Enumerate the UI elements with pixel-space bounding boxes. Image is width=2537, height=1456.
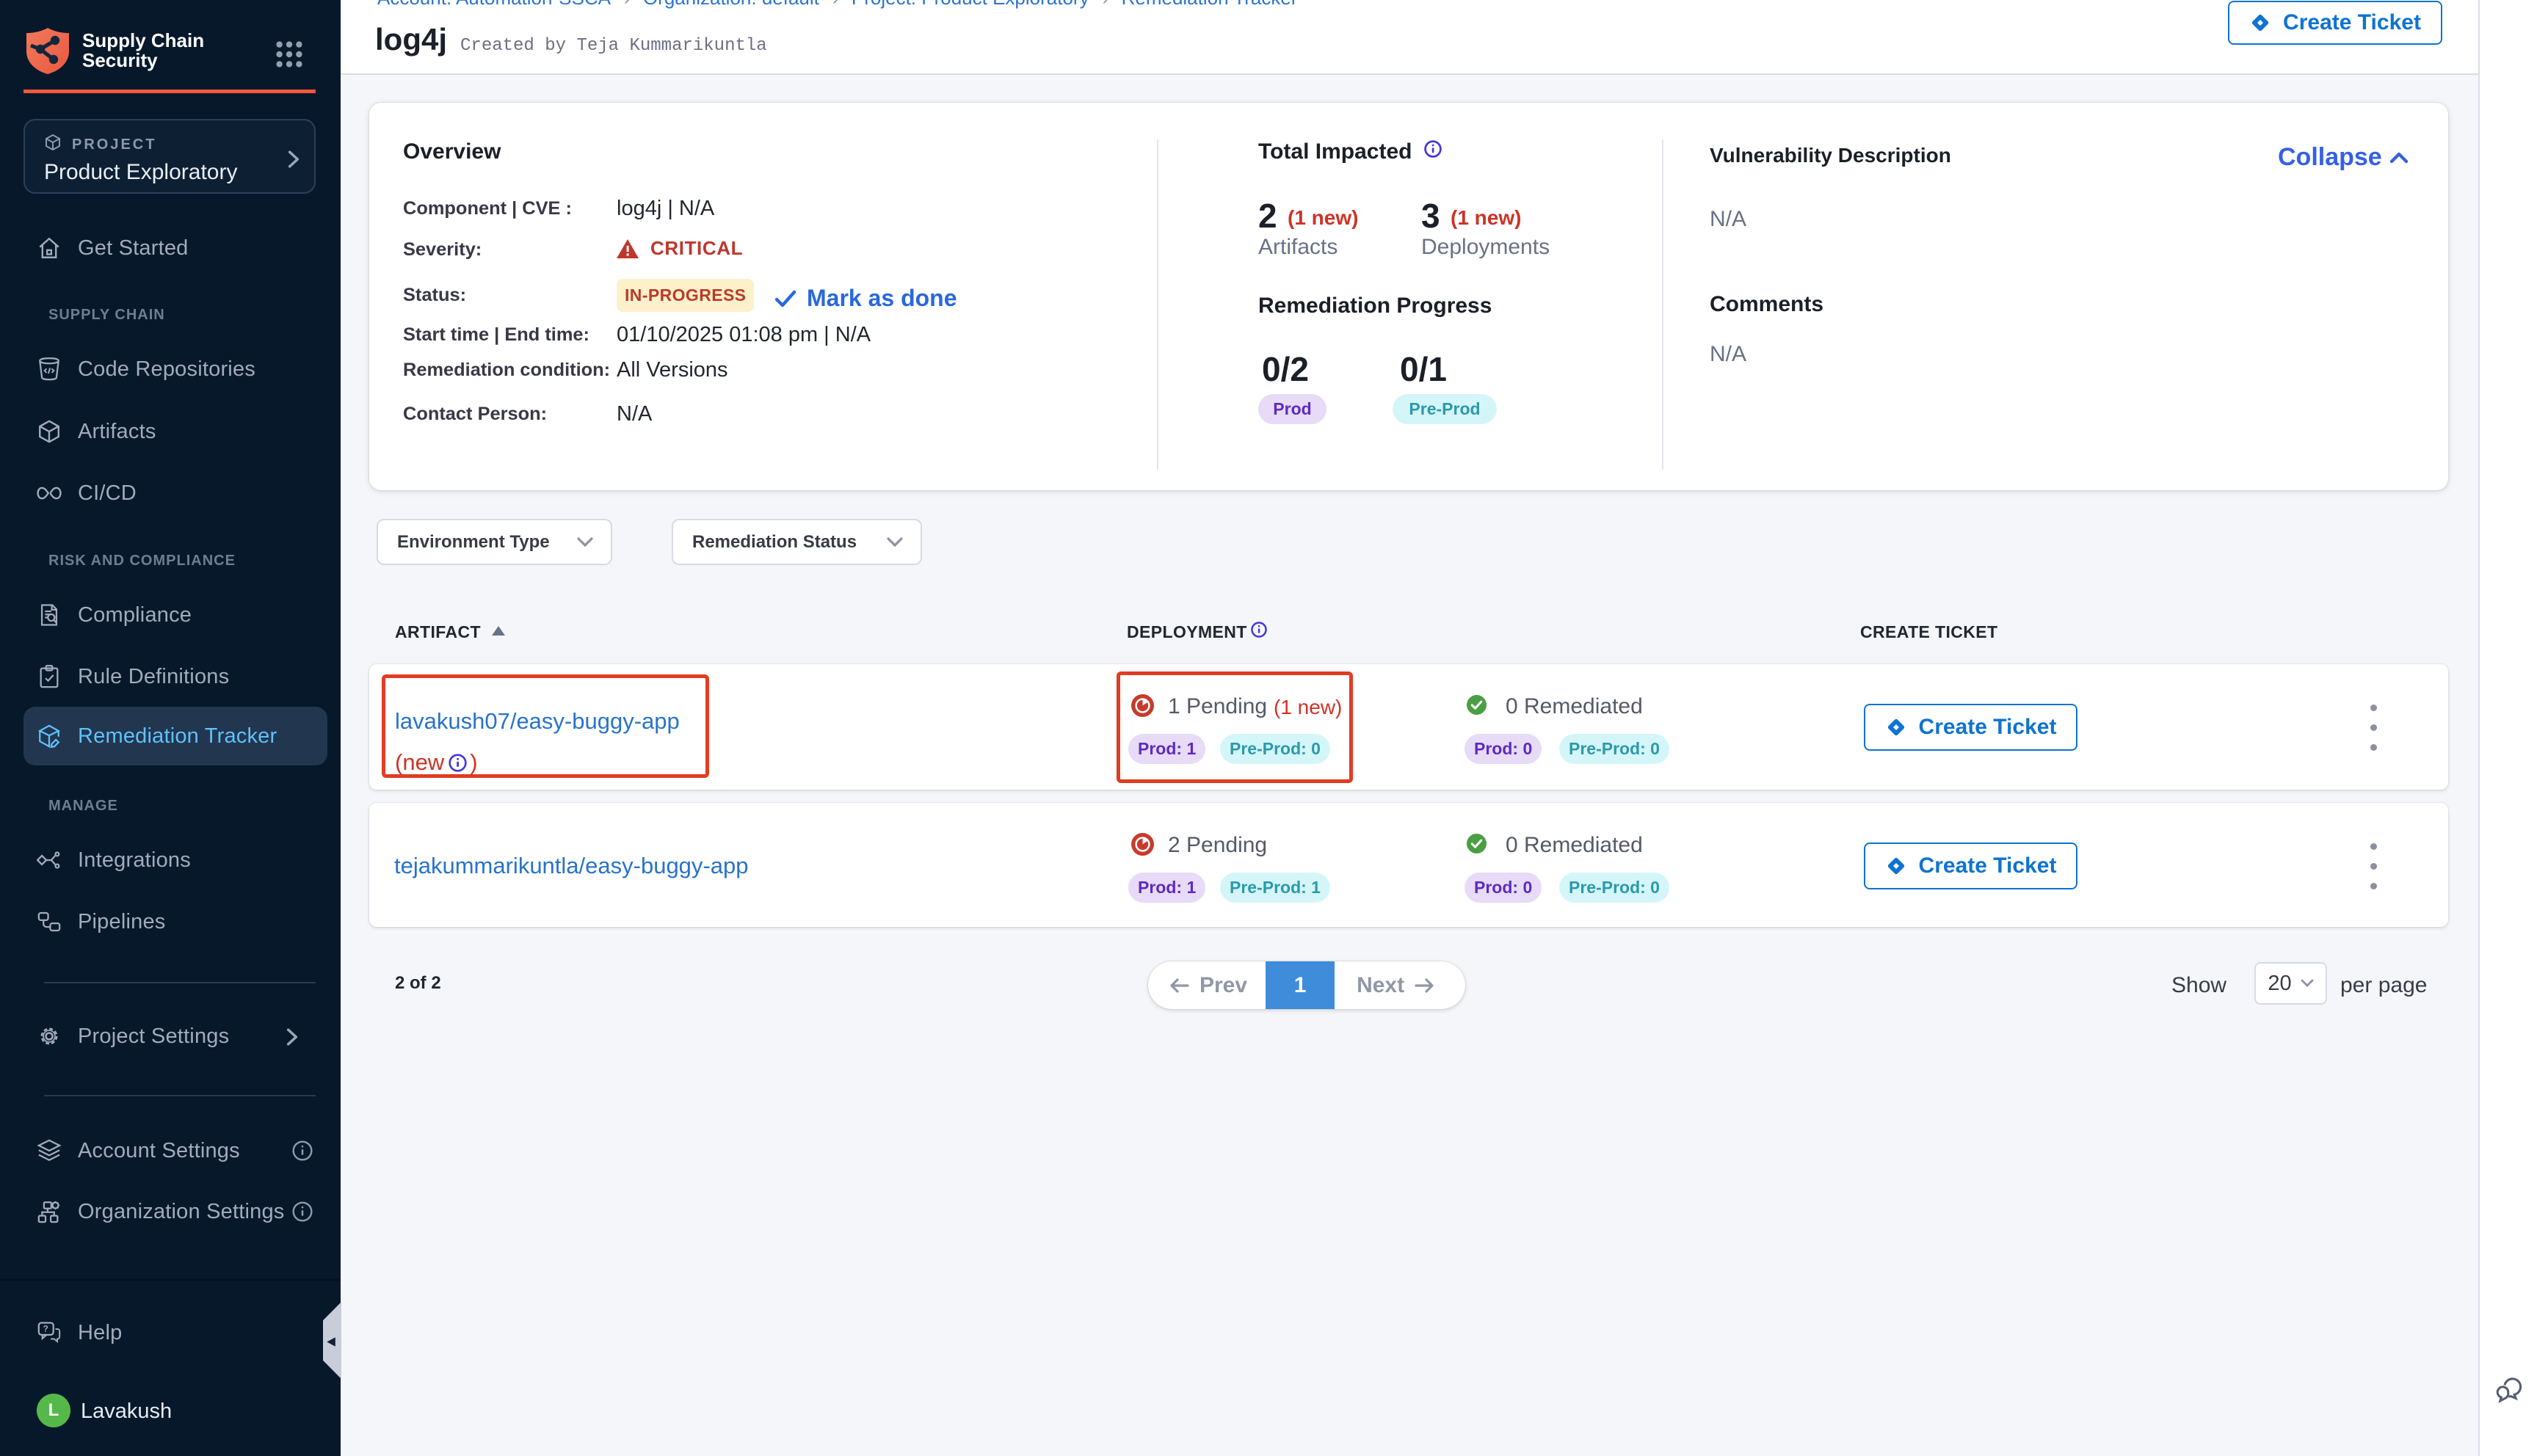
svg-text:?: ? [43, 1324, 48, 1334]
